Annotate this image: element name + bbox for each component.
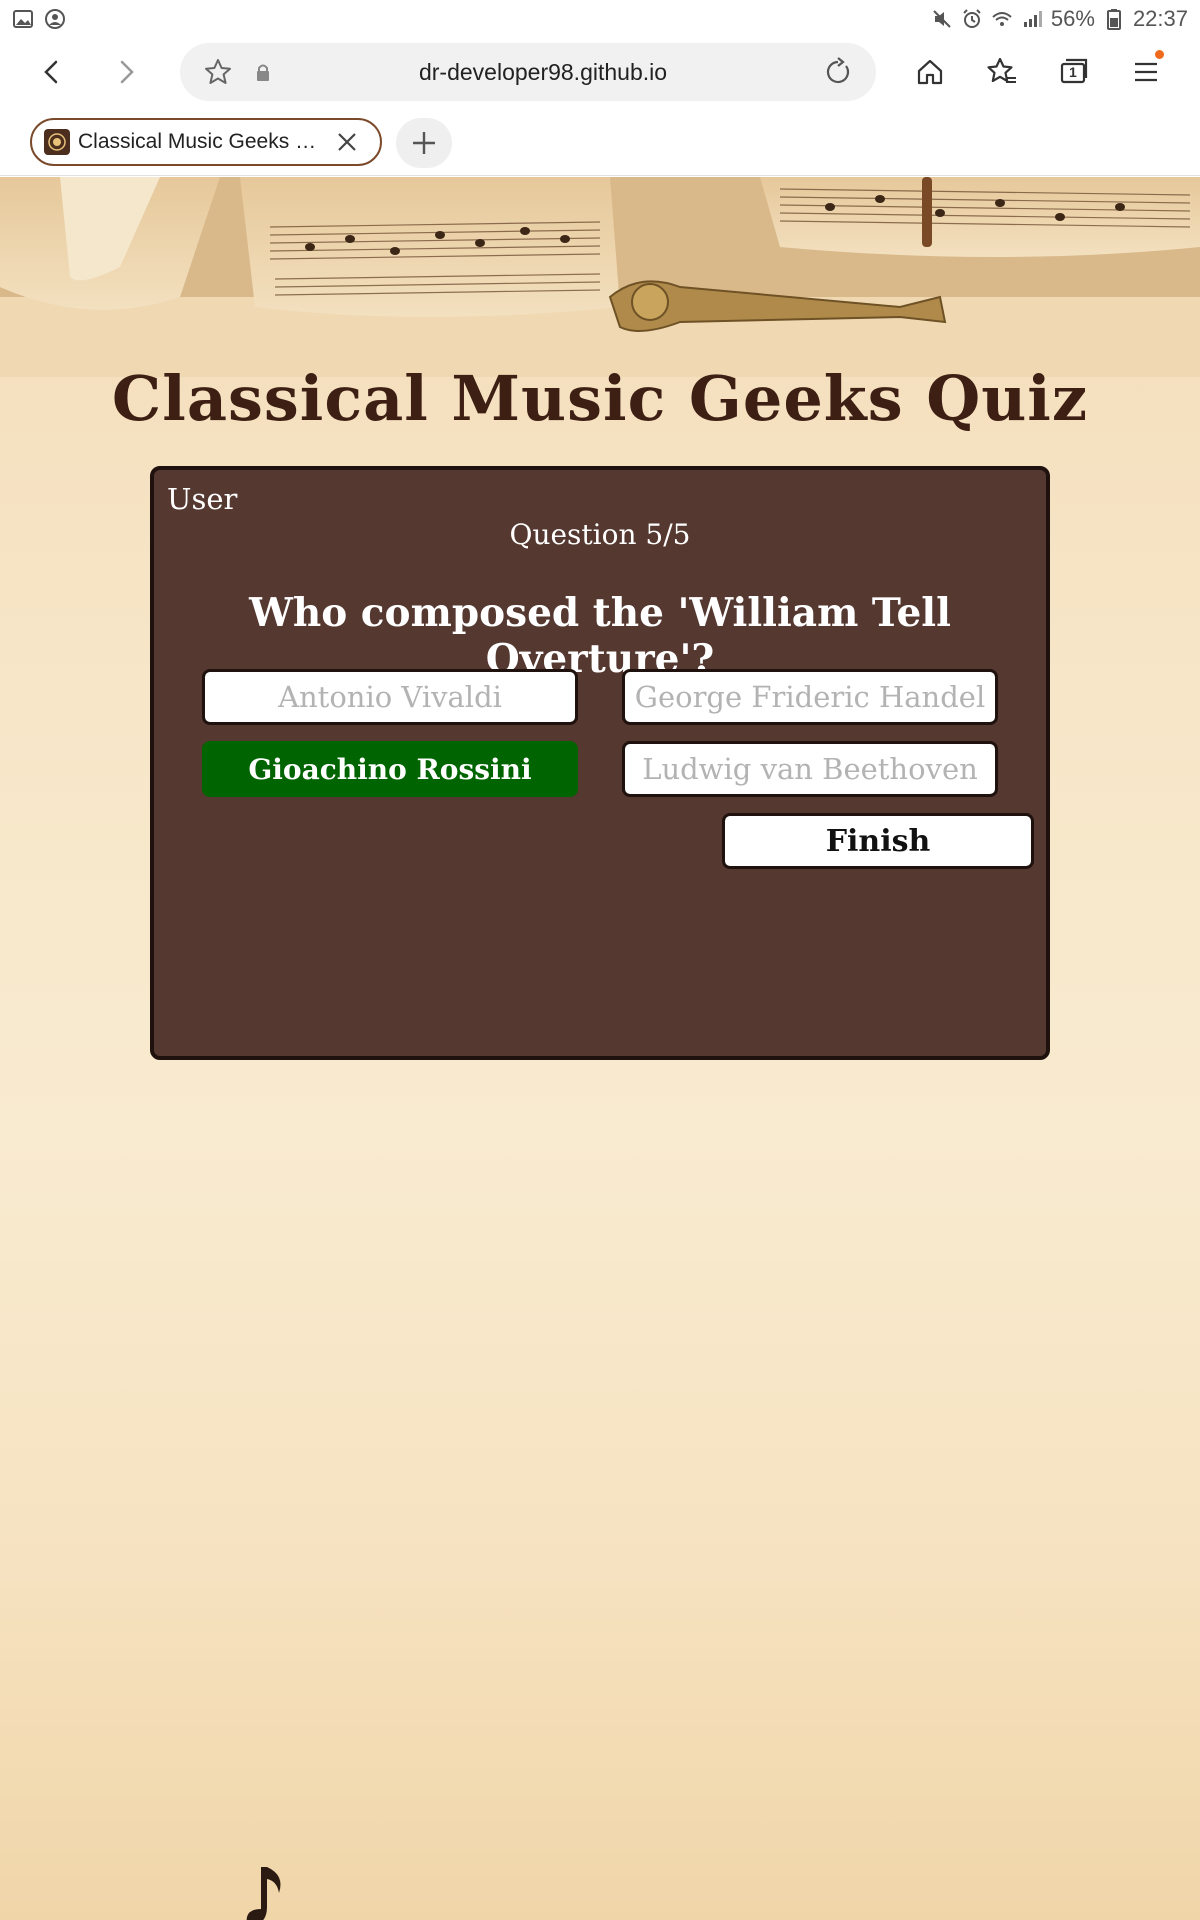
tab-close-button[interactable] [332, 127, 362, 157]
wifi-icon [991, 8, 1013, 30]
alarm-icon [961, 8, 983, 30]
page-title: Classical Music Geeks Quiz [111, 362, 1089, 435]
battery-percent: 56% [1050, 6, 1095, 31]
reload-button[interactable] [818, 52, 858, 92]
chevron-left-icon [44, 60, 58, 84]
bookmarks-button[interactable] [976, 46, 1028, 98]
username-label: User [167, 482, 238, 516]
signal-icon [1021, 8, 1043, 30]
forward-button[interactable] [100, 46, 152, 98]
answer-option-3-correct[interactable]: Gioachino Rossini [202, 741, 578, 797]
hamburger-menu-icon [1135, 62, 1157, 82]
battery-icon [1103, 8, 1125, 30]
answer-option-2[interactable]: George Frideric Handel [622, 669, 998, 725]
sheet-music-decoration [0, 177, 1200, 377]
answer-option-4[interactable]: Ludwig van Beethoven [622, 741, 998, 797]
tab-strip: Classical Music Geeks Q... [0, 106, 1200, 176]
menu-button[interactable] [1120, 46, 1172, 98]
close-icon [338, 133, 356, 151]
add-bookmark-button[interactable] [198, 52, 238, 92]
browser-toolbar: dr-developer98.github.io 1 [0, 38, 1200, 106]
clock: 22:37 [1132, 6, 1188, 31]
chevron-right-icon [120, 60, 134, 84]
plus-icon [413, 132, 435, 154]
star-icon [205, 59, 231, 84]
status-bar: 56% 22:37 [0, 0, 1200, 38]
mute-icon [931, 8, 953, 30]
question-counter: Question 5/5 [509, 518, 691, 551]
quiz-card: User Question 5/5 Who composed the 'Will… [150, 466, 1050, 1060]
account-notification-icon [44, 8, 66, 30]
home-icon [917, 59, 943, 85]
tab-active[interactable]: Classical Music Geeks Q... [30, 118, 382, 166]
url-text[interactable]: dr-developer98.github.io [278, 59, 808, 86]
address-bar[interactable]: dr-developer98.github.io [180, 43, 876, 101]
site-favicon-icon [44, 129, 70, 155]
bookmarks-star-icon [987, 57, 1016, 83]
back-button[interactable] [26, 46, 78, 98]
notification-dot [1155, 50, 1164, 59]
new-tab-button[interactable] [396, 118, 452, 168]
tab-switcher-button[interactable]: 1 [1048, 46, 1100, 98]
music-note-decoration [246, 1867, 281, 1920]
gallery-notification-icon [12, 8, 34, 30]
tab-title: Classical Music Geeks Q... [78, 130, 328, 153]
lock-icon [248, 52, 278, 92]
finish-button[interactable]: Finish [722, 813, 1034, 869]
page-content: Classical Music Geeks Quiz User Question… [0, 177, 1200, 1920]
answer-option-1[interactable]: Antonio Vivaldi [202, 669, 578, 725]
reload-icon [826, 57, 850, 84]
home-button[interactable] [904, 46, 956, 98]
tab-count: 1 [1069, 64, 1077, 80]
